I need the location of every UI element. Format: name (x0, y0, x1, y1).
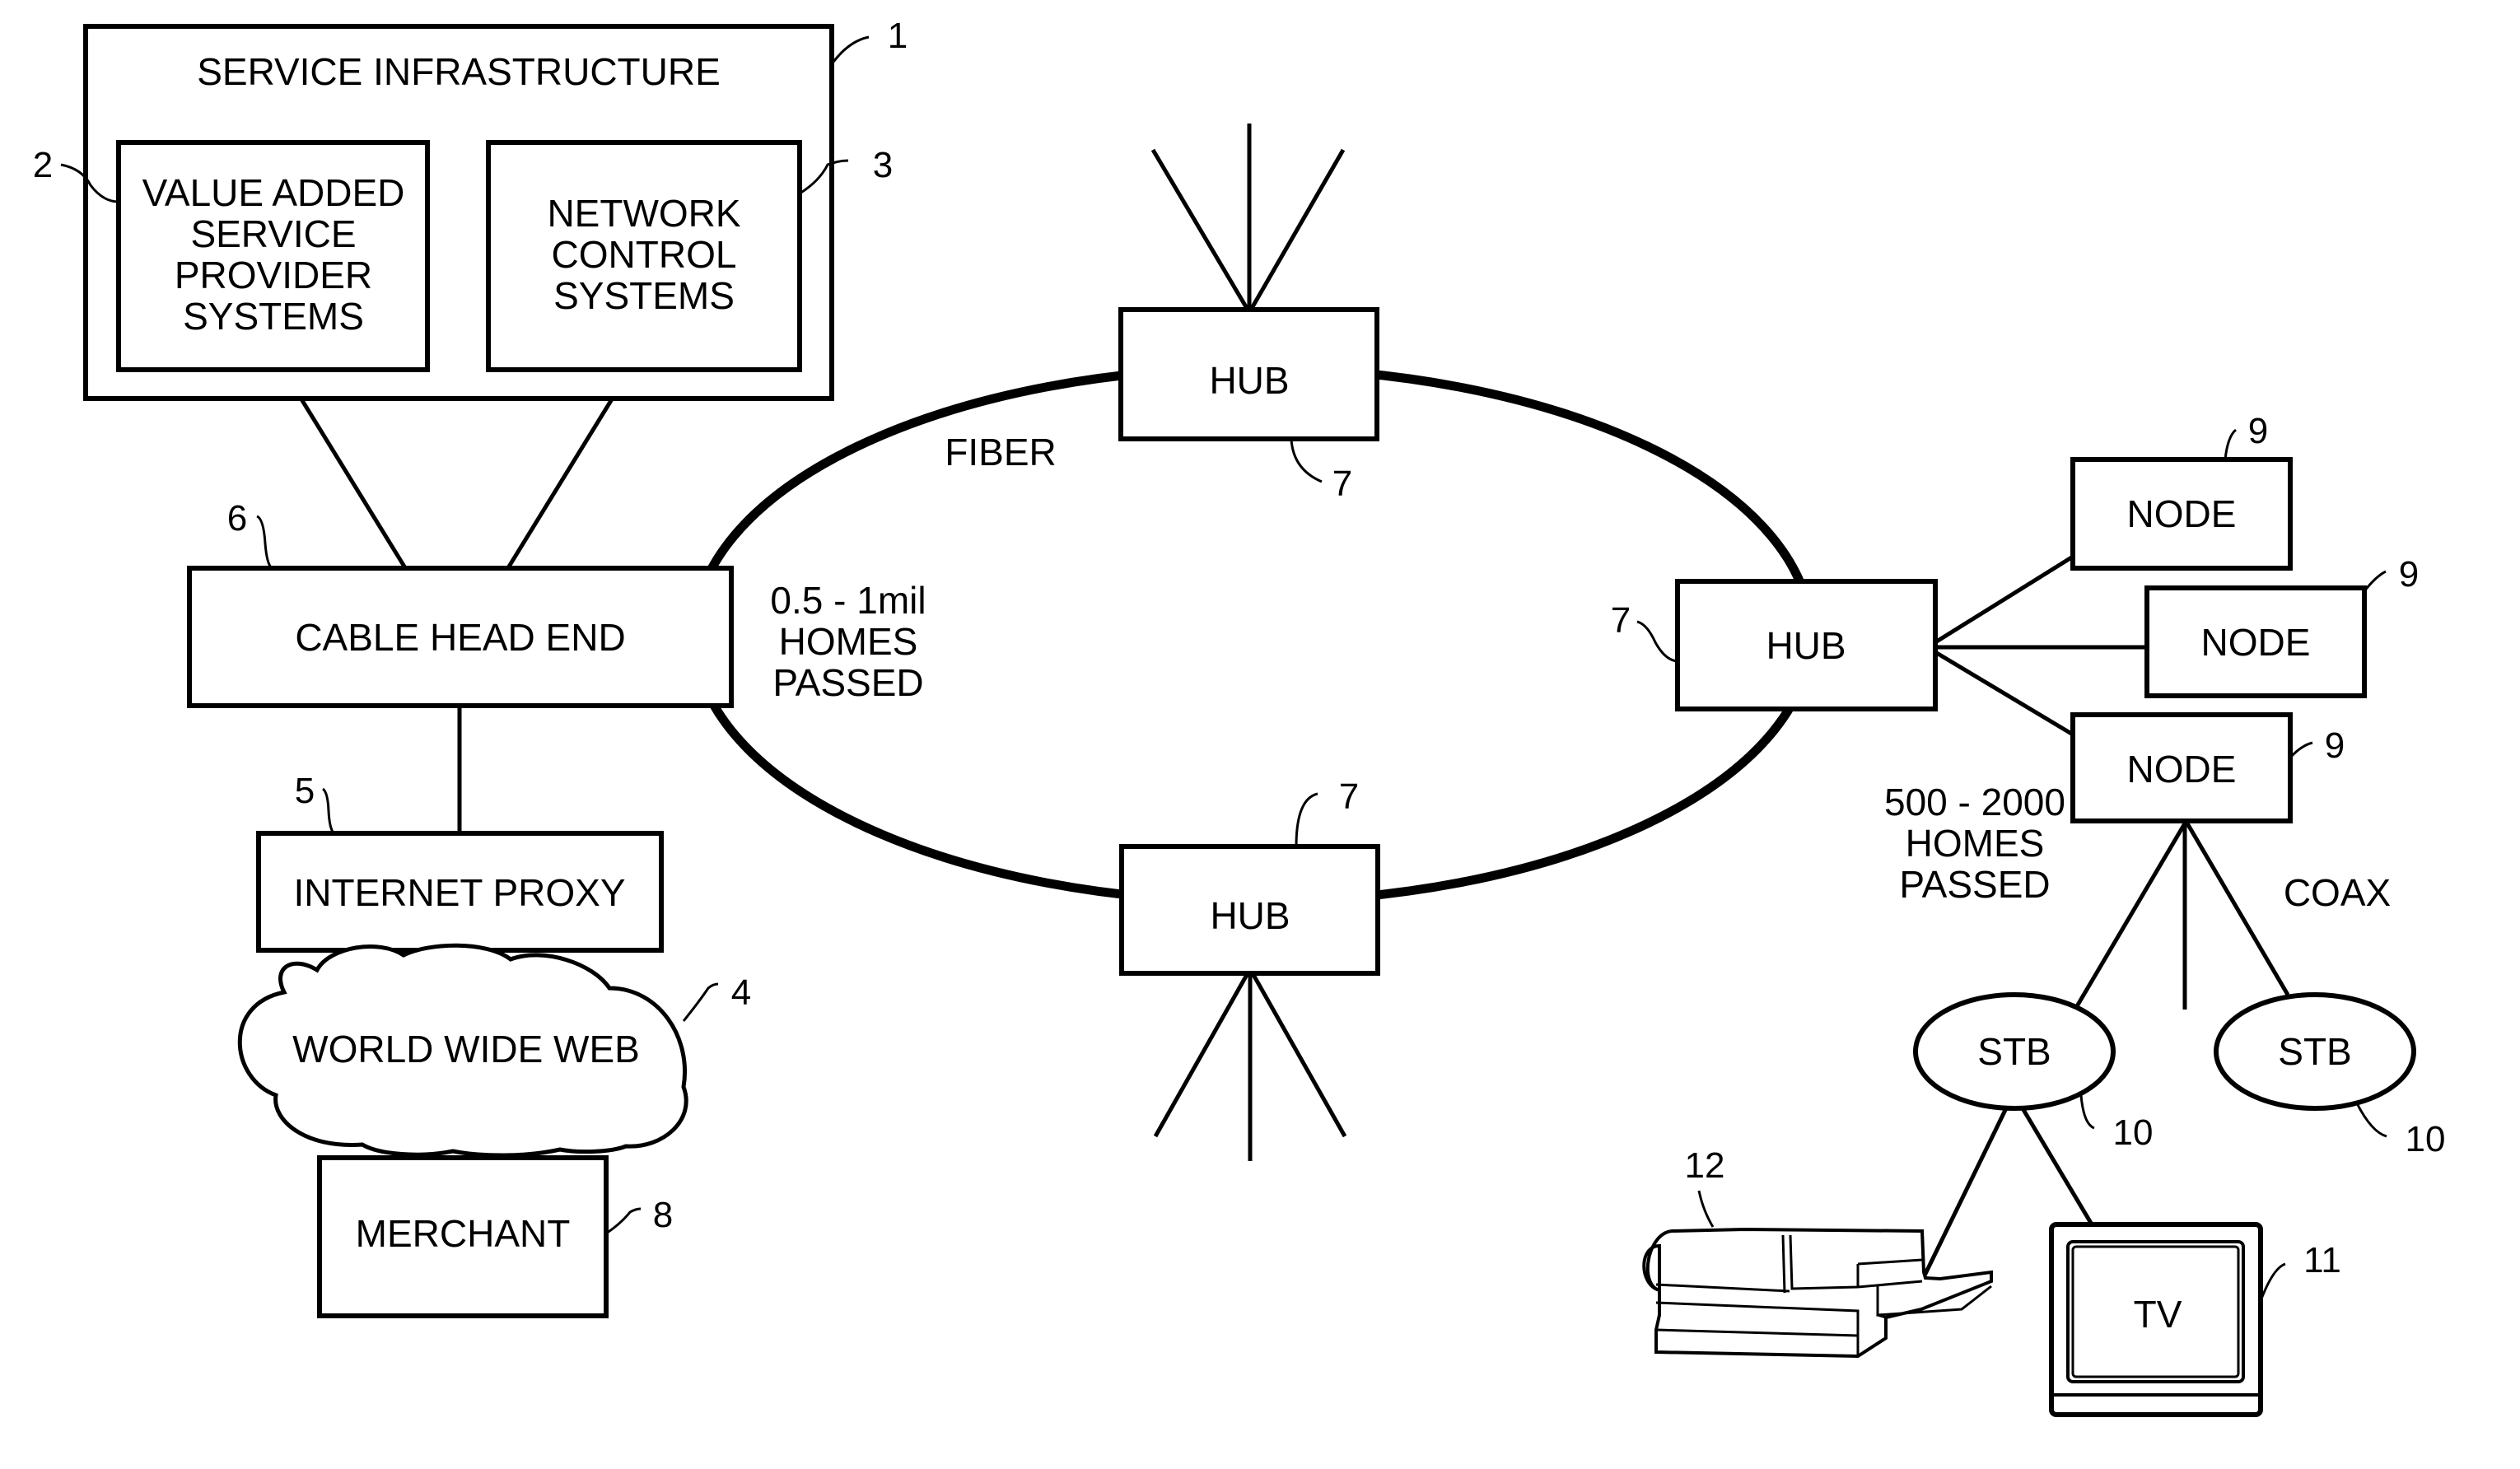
ref-leader-7-right (1636, 620, 1678, 663)
hub-top-label: HUB (1209, 359, 1289, 402)
tv[interactable]: TV 11 (2049, 1222, 2341, 1417)
node-2-label: NODE (2201, 621, 2311, 664)
ref-number-10-stb1: 10 (2113, 1112, 2154, 1153)
ref-number-11: 11 (2303, 1240, 2341, 1280)
ref-leader-6 (256, 515, 273, 570)
vas-line-3: PROVIDER (175, 254, 372, 296)
coax-line-right (2185, 822, 2290, 996)
ref-leader-10-stb1 (2079, 1094, 2095, 1130)
ring-coverage-line-3: PASSED (772, 661, 923, 704)
ref-leader-5 (321, 787, 335, 834)
cable-head-end-label: CABLE HEAD END (295, 616, 625, 659)
ref-leader-7-top (1290, 438, 1323, 483)
stb-to-tv-line (2020, 1107, 2094, 1226)
ref-number-12: 12 (1685, 1145, 1725, 1186)
hub-bottom[interactable]: HUB 7 (1119, 776, 1380, 976)
merchant-label: MERCHANT (356, 1212, 571, 1255)
ref-number-7-bottom: 7 (1339, 776, 1359, 817)
bottom-hub-antenna-right (1250, 972, 1347, 1138)
coax-label: COAX (2284, 871, 2391, 914)
stb-to-printer-line (1921, 1107, 2009, 1279)
ref-leader-4 (682, 982, 719, 1022)
printer[interactable]: 12 (1642, 1145, 1993, 1359)
ref-number-1: 1 (888, 16, 908, 56)
node-coverage-line-3: PASSED (1899, 863, 2050, 906)
world-wide-web-cloud[interactable]: WORLD WIDE WEB 4 (237, 943, 751, 1158)
node-2[interactable]: NODE 9 (2144, 554, 2419, 698)
ref-leader-7-bottom (1295, 792, 1318, 847)
ref-number-9-node3: 9 (2325, 725, 2345, 766)
ref-number-7-top: 7 (1332, 464, 1352, 504)
ring-coverage-line-1: 0.5 - 1mil (770, 579, 926, 622)
cable-network-diagram: SERVICE INFRASTRUCTURE 1 VALUE ADDED SER… (33, 16, 2446, 1417)
node-3[interactable]: NODE 9 (2070, 712, 2345, 823)
ref-leader-8 (605, 1207, 642, 1235)
ring-coverage-line-2: HOMES (779, 620, 918, 663)
world-wide-web-label: WORLD WIDE WEB (292, 1028, 640, 1070)
vas-line-2: SERVICE (190, 212, 356, 255)
fiber-label: FIBER (945, 431, 1056, 473)
ref-leader-12 (1697, 1190, 1715, 1228)
node-1[interactable]: NODE 9 (2070, 411, 2293, 571)
merchant[interactable]: MERCHANT 8 (317, 1155, 673, 1318)
node-1-label: NODE (2127, 492, 2237, 535)
cable-head-end[interactable]: CABLE HEAD END 6 (187, 498, 734, 708)
hub-to-node3-line (1934, 650, 2074, 737)
bottom-hub-antenna-left (1153, 972, 1250, 1138)
ref-leader-1 (830, 35, 870, 65)
ref-number-10-stb2: 10 (2406, 1119, 2446, 1159)
internet-proxy-label: INTERNET PROXY (294, 871, 626, 914)
ref-number-8: 8 (653, 1195, 673, 1235)
ring-coverage-label: 0.5 - 1mil HOMES PASSED (770, 579, 926, 704)
ref-number-7-right: 7 (1611, 600, 1631, 641)
hub-bottom-label: HUB (1210, 894, 1290, 937)
ref-number-6: 6 (227, 498, 247, 539)
ref-number-3: 3 (873, 145, 893, 185)
tv-label: TV (2134, 1293, 2182, 1336)
hub-right[interactable]: HUB 7 (1611, 579, 1938, 711)
ref-number-2: 2 (33, 145, 53, 185)
top-hub-antenna-left (1150, 148, 1250, 311)
vas-line-1: VALUE ADDED (142, 171, 405, 214)
node-coverage-line-2: HOMES (1906, 822, 2045, 865)
ref-number-4: 4 (731, 972, 751, 1013)
top-hub-antenna-right (1248, 148, 1346, 311)
node-coverage-line-1: 500 - 2000 (1884, 781, 2065, 823)
node-3-label: NODE (2127, 748, 2237, 790)
ref-leader-11 (2259, 1262, 2286, 1302)
hub-to-node1-line (1934, 554, 2074, 645)
stb-2-label: STB (2278, 1030, 2351, 1073)
hub-right-label: HUB (1766, 624, 1846, 667)
ncs-line-2: CONTROL (552, 233, 737, 276)
ref-leader-10-stb2 (2355, 1103, 2387, 1138)
ref-leader-9-node1 (2224, 428, 2238, 460)
ref-leader-9-node2 (2363, 570, 2387, 592)
ncs-line-1: NETWORK (547, 192, 740, 235)
node-coverage-label: 500 - 2000 HOMES PASSED (1884, 781, 2065, 906)
coax-line-left (2074, 822, 2187, 1008)
stb-1-label: STB (1977, 1030, 2051, 1073)
hub-top[interactable]: HUB 7 (1118, 307, 1379, 504)
ref-leader-9-node3 (2289, 741, 2313, 759)
stb-2[interactable]: STB 10 (2214, 992, 2446, 1159)
ref-number-9-node2: 9 (2399, 554, 2419, 595)
ref-number-9-node1: 9 (2248, 411, 2268, 451)
ref-number-5: 5 (295, 771, 315, 811)
vas-line-4: SYSTEMS (183, 295, 364, 338)
service-infrastructure-label: SERVICE INFRASTRUCTURE (197, 50, 721, 93)
ncs-line-3: SYSTEMS (553, 274, 735, 317)
